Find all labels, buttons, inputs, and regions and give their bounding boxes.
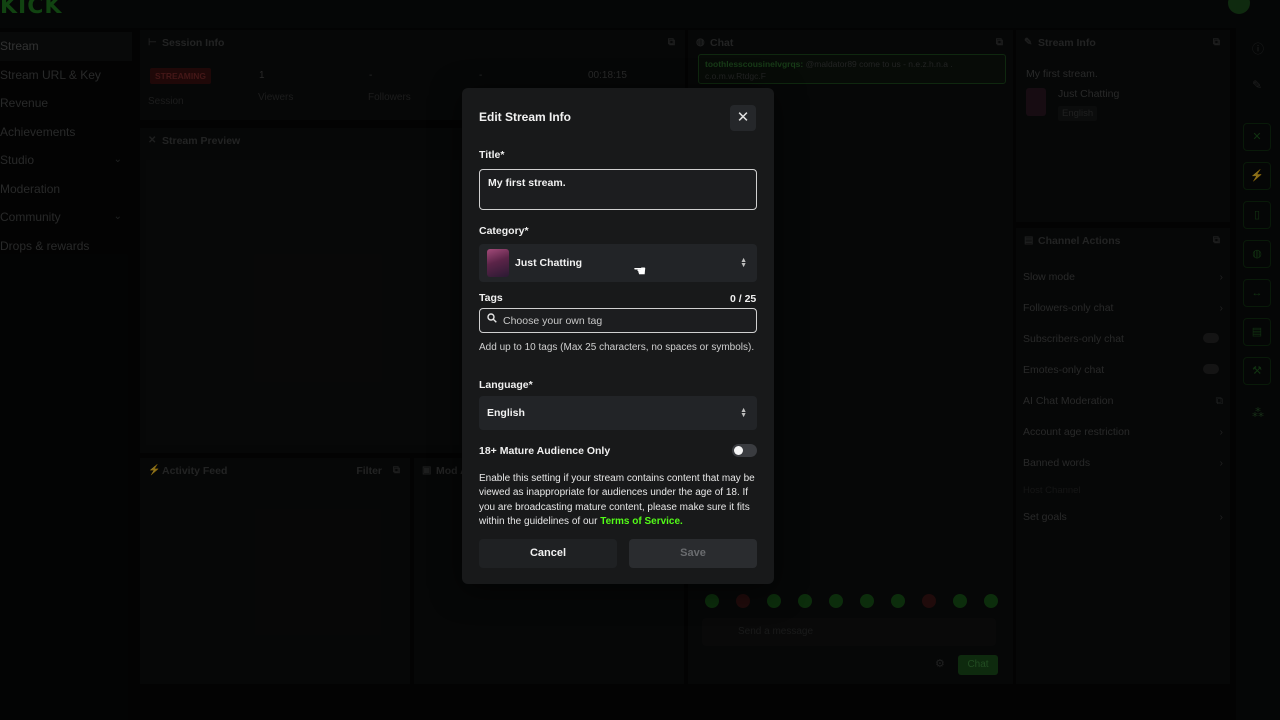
- cancel-button[interactable]: Cancel: [479, 539, 617, 568]
- mature-description: Enable this setting if your stream conta…: [479, 472, 761, 529]
- title-label: Title*: [479, 149, 505, 161]
- close-icon: ✕: [736, 109, 750, 126]
- category-value: Just Chatting: [515, 257, 583, 269]
- title-input[interactable]: [479, 169, 757, 210]
- mature-label: 18+ Mature Audience Only: [479, 445, 611, 457]
- dialog-title: Edit Stream Info: [479, 110, 572, 124]
- terms-of-service-link[interactable]: Terms of Service.: [600, 516, 683, 527]
- sort-arrows-icon: ▲ ▼: [740, 257, 747, 269]
- language-label: Language*: [479, 379, 533, 391]
- toggle-knob: [734, 446, 743, 455]
- save-button[interactable]: Save: [629, 539, 757, 568]
- close-button[interactable]: ✕: [730, 105, 756, 131]
- tags-help-text: Add up to 10 tags (Max 25 characters, no…: [479, 342, 755, 353]
- language-select[interactable]: English ▲ ▼: [479, 396, 757, 430]
- tags-label: Tags: [479, 292, 503, 304]
- edit-stream-info-dialog: Edit Stream Info ✕ Title* Category* Just…: [462, 88, 774, 584]
- tags-input[interactable]: [479, 308, 757, 333]
- mouse-cursor-icon: ☚: [633, 263, 647, 280]
- category-select[interactable]: Just Chatting ▲ ▼: [479, 244, 757, 282]
- category-thumbnail: [487, 249, 509, 277]
- sort-arrows-icon: ▲ ▼: [740, 407, 747, 419]
- mature-toggle[interactable]: [732, 444, 757, 457]
- search-icon: [487, 313, 497, 323]
- language-value: English: [487, 407, 525, 419]
- tags-counter: 0 / 25: [730, 293, 757, 305]
- category-label: Category*: [479, 225, 529, 237]
